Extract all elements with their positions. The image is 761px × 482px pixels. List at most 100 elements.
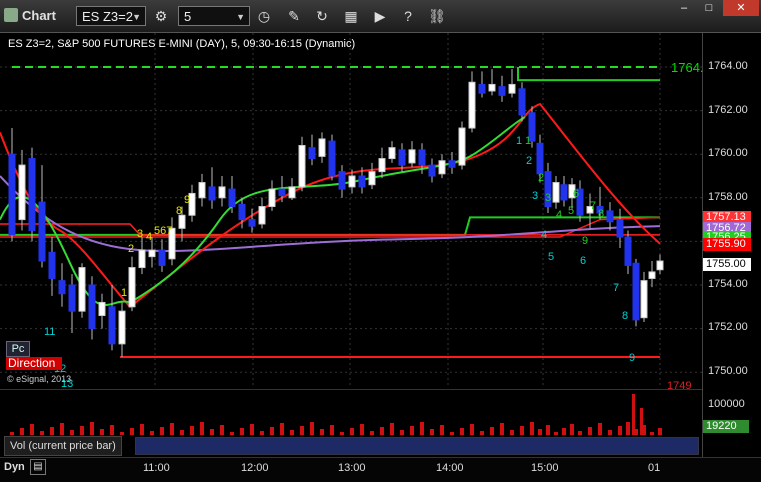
sequence-count-label: 2 [526, 155, 533, 167]
sequence-count-label: 3 [532, 190, 539, 202]
candle-body [560, 184, 568, 201]
chart-app-icon [4, 8, 18, 22]
candle-body [508, 83, 516, 94]
candle-body [78, 267, 86, 312]
direction-label: Direction [6, 357, 62, 370]
volume-bar [632, 394, 635, 435]
minimize-icon[interactable]: – [672, 0, 696, 16]
volume-bar [440, 425, 444, 435]
close-icon[interactable]: ✕ [723, 0, 759, 16]
volume-panel[interactable] [0, 389, 702, 435]
candle-body [88, 284, 96, 330]
candle-body [368, 171, 376, 186]
time-tick-label: 13:00 [338, 462, 366, 474]
pencil-icon[interactable]: ✎ [283, 6, 305, 26]
price-tag: 1755.90 [703, 238, 751, 251]
candle-body [108, 306, 116, 345]
chart-scrollbar[interactable] [135, 437, 699, 455]
candle-body [28, 158, 36, 231]
candle-body [388, 147, 396, 160]
volume-bar [570, 424, 574, 435]
symbol-input[interactable]: ES Z3=2 ▼ [76, 6, 146, 26]
volume-bar [250, 424, 254, 435]
volume-bar [270, 427, 274, 435]
volume-bar [170, 423, 174, 435]
candle-body [398, 149, 406, 166]
volume-bar [40, 431, 44, 435]
volume-bar [626, 422, 630, 435]
pc-button[interactable]: Pc [6, 341, 30, 357]
candle-body [138, 249, 146, 269]
candle-body [248, 219, 256, 227]
volume-bar [390, 423, 394, 435]
candle-body [228, 188, 236, 208]
volume-bar [340, 432, 344, 435]
volume-bar [546, 425, 550, 435]
sequence-count-label: 9 [582, 235, 589, 247]
candle-body [378, 158, 386, 173]
settings-icon[interactable]: ▦ [340, 6, 362, 26]
play-icon[interactable]: ▶ [369, 6, 391, 26]
refresh-icon[interactable]: ↻ [311, 6, 333, 26]
volume-bar [120, 432, 124, 435]
candle-body [448, 160, 456, 168]
candle-body [656, 260, 664, 271]
volume-bar [460, 428, 464, 435]
volume-bar [554, 432, 558, 435]
sequence-count-label: 4 [541, 229, 548, 241]
link-icon[interactable]: ⛓ [426, 6, 448, 26]
volume-bar [50, 427, 54, 435]
dyn-toggle-icon[interactable]: ▤ [30, 459, 46, 475]
volume-bar [330, 425, 334, 435]
volume-bar [350, 428, 354, 435]
time-tick-label: 12:00 [241, 462, 269, 474]
symbol-value: ES Z3=2 [82, 9, 133, 24]
interval-value: 5 [184, 9, 192, 24]
volume-bar [280, 423, 284, 435]
volume-bar [360, 424, 364, 435]
candle-body [148, 249, 156, 258]
candle-body [536, 142, 544, 175]
maximize-icon[interactable]: □ [697, 0, 721, 16]
price-tick-label: 1762.00 [708, 104, 748, 116]
volume-bar [490, 427, 494, 435]
volume-bar [310, 422, 314, 435]
sequence-count-label: 6 [573, 188, 580, 200]
candle-body [218, 186, 226, 199]
volume-study-label[interactable]: Vol (current price bar) [4, 436, 122, 456]
candle-body [268, 188, 276, 208]
volume-bar [370, 431, 374, 435]
candle-body [428, 164, 436, 177]
green-step-line [517, 67, 660, 82]
candle-body [198, 182, 206, 199]
candle-body [298, 144, 306, 188]
time-tick-label: 11:00 [143, 462, 170, 474]
sequence-count-label: 9 [629, 352, 636, 364]
interval-input[interactable]: 5 ▼ [178, 6, 250, 26]
sequence-count-label: 1 [516, 135, 523, 147]
volume-bar [260, 431, 264, 435]
volume-bar [10, 432, 14, 435]
help-icon[interactable]: ? [397, 6, 419, 26]
volume-bar [80, 426, 84, 435]
volume-bar [578, 431, 582, 435]
chart-header: ES Z3=2, S&P 500 FUTURES E-MINI (DAY), 5… [8, 38, 356, 50]
settings-icon[interactable]: ⚙ [150, 6, 172, 26]
price-chart[interactable] [0, 33, 702, 388]
time-axis[interactable] [0, 457, 761, 482]
candle-body [632, 262, 640, 321]
volume-bar [640, 408, 643, 435]
candle-body [68, 284, 76, 312]
volume-bar [300, 426, 304, 435]
price-tick-label: 1752.00 [708, 321, 748, 333]
volume-bar [500, 423, 504, 435]
volume-bar [100, 429, 104, 435]
volume-bar [130, 428, 134, 435]
volume-bar [510, 430, 514, 435]
price-tick-label: 1754.00 [708, 278, 748, 290]
red-level-line [0, 223, 660, 236]
candle-body [98, 301, 106, 317]
volume-bar [420, 422, 424, 435]
time-tick-label: 14:00 [436, 462, 464, 474]
clock-icon[interactable]: ◷ [253, 6, 275, 26]
